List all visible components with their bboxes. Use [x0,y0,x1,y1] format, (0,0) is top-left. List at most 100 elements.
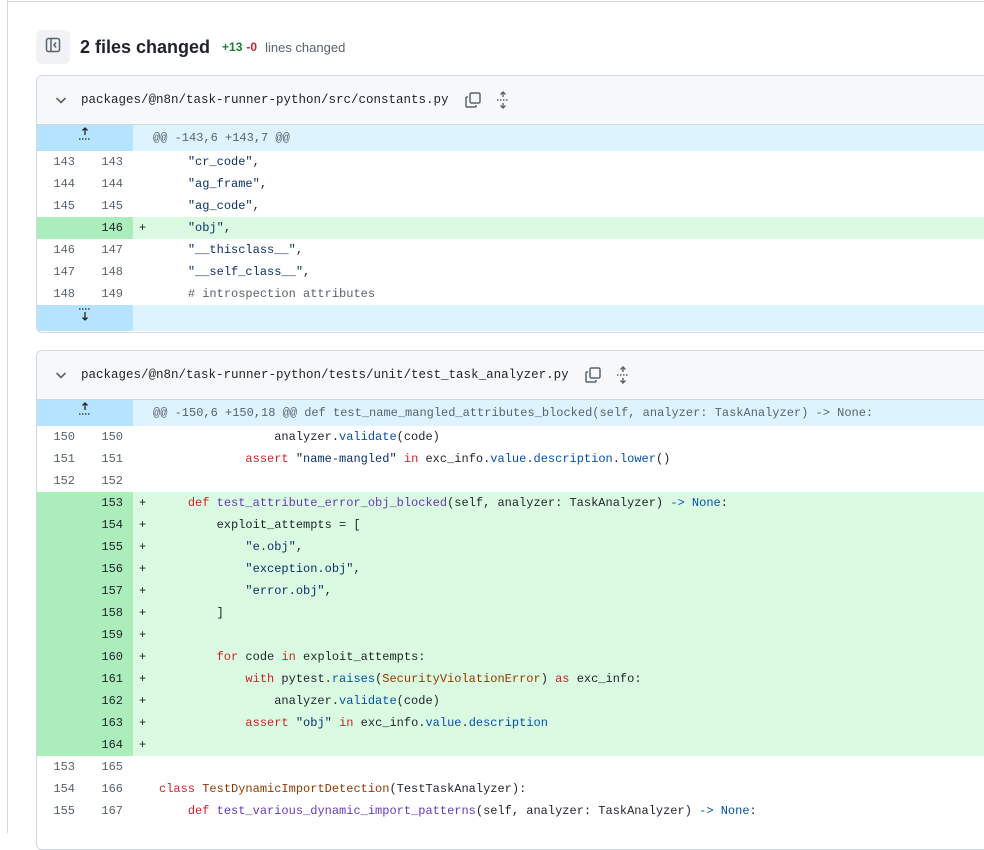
diff-sign [133,151,151,173]
code-line: "e.obj", [245,540,304,554]
old-line-number[interactable]: 152 [37,470,85,492]
copy-icon[interactable] [463,90,483,110]
new-line-number[interactable]: 163 [85,712,133,734]
old-line-number[interactable] [37,646,85,668]
new-line-number[interactable]: 143 [85,151,133,173]
deletions-count: -0 [246,40,258,54]
new-line-number[interactable]: 151 [85,448,133,470]
old-line-number[interactable] [37,712,85,734]
new-line-number[interactable]: 146 [85,217,133,239]
diff-file-test-task-analyzer: packages/@n8n/task-runner-python/tests/u… [36,350,984,850]
code-line: "obj", [187,221,232,235]
hunk-text: @@ -143,6 +143,7 @@ [153,131,290,145]
diff-line-added: 156 + "exception.obj", [37,558,984,580]
code-line: "__self_class__", [187,265,311,279]
diff-line-context: 155 167 def test_various_dynamic_import_p… [37,800,984,822]
diff-line-context: 151 151 assert "name-mangled" in exc_info… [37,448,984,470]
new-line-number[interactable]: 157 [85,580,133,602]
new-line-number[interactable]: 166 [85,778,133,800]
diff-sign: + [139,540,147,554]
old-line-number[interactable] [37,690,85,712]
expand-up-button[interactable] [37,125,133,151]
new-line-number[interactable]: 150 [85,426,133,448]
copy-icon[interactable] [583,365,603,385]
new-line-number[interactable]: 158 [85,602,133,624]
old-line-number[interactable]: 147 [37,261,85,283]
old-line-number[interactable] [37,624,85,646]
old-line-number[interactable]: 153 [37,756,85,778]
new-line-number[interactable]: 147 [85,239,133,261]
diff-sign: + [139,672,147,686]
old-line-number[interactable] [37,536,85,558]
hunk-text: @@ -150,6 +150,18 @@ def test_name_mangl… [153,406,874,420]
code-line: "error.obj", [245,584,332,598]
new-line-number[interactable]: 145 [85,195,133,217]
diff-line-context: 154 166 class TestDynamicImportDetection(T… [37,778,984,800]
unfold-icon[interactable] [493,90,513,110]
file-header: packages/@n8n/task-runner-python/tests/u… [37,351,984,400]
file-path[interactable]: packages/@n8n/task-runner-python/src/con… [81,93,449,107]
old-line-number[interactable] [37,668,85,690]
old-line-number[interactable] [37,580,85,602]
old-line-number[interactable]: 150 [37,426,85,448]
new-line-number[interactable]: 154 [85,514,133,536]
diff-sign [133,283,151,305]
new-line-number[interactable]: 149 [85,283,133,305]
old-line-number[interactable]: 154 [37,778,85,800]
code-line: ] [159,606,224,620]
old-line-number[interactable]: 146 [37,239,85,261]
files-changed-count: 2 files changed [80,36,211,57]
new-line-number[interactable]: 167 [85,800,133,822]
new-line-number[interactable]: 161 [85,668,133,690]
new-line-number[interactable]: 155 [85,536,133,558]
old-line-number[interactable] [37,492,85,514]
file-header: packages/@n8n/task-runner-python/src/con… [37,76,984,125]
code-line: "exception.obj", [245,562,361,576]
diff-line-context: 144 144 "ag_frame", [37,173,984,195]
new-line-number[interactable]: 153 [85,492,133,514]
new-line-number[interactable]: 156 [85,558,133,580]
diff-sign: + [139,221,147,235]
old-line-number[interactable]: 151 [37,448,85,470]
code-line: "cr_code", [187,155,260,169]
old-line-number[interactable] [37,734,85,756]
diff-summary: 2 files changed +13 -0 lines changed [36,29,345,65]
old-line-number[interactable] [37,558,85,580]
expand-down-button[interactable] [37,305,133,331]
unfold-icon[interactable] [613,365,633,385]
chevron-down-icon[interactable] [53,92,69,108]
expand-up-button[interactable] [37,400,133,426]
diff-lines: 143 143 "cr_code", 144 144 "ag_frame", 145 14… [37,151,984,305]
hunk-footer [37,305,984,331]
new-line-number[interactable]: 144 [85,173,133,195]
new-line-number[interactable]: 164 [85,734,133,756]
diff-sign: + [139,738,147,752]
file-path[interactable]: packages/@n8n/task-runner-python/tests/u… [81,368,569,382]
new-line-number[interactable]: 148 [85,261,133,283]
sidebar-toggle-icon [45,37,61,58]
new-line-number[interactable]: 159 [85,624,133,646]
code-line: exploit_attempts = [ [159,518,361,532]
old-line-number[interactable]: 155 [37,800,85,822]
diff-line-added: 159 + [37,624,984,646]
new-line-number[interactable]: 165 [85,756,133,778]
new-line-number[interactable]: 160 [85,646,133,668]
code-line: assert "name-mangled" in exc_info.value.… [245,452,671,466]
diff-line-added: 163 + assert "obj" in exc_info.value.desc… [37,712,984,734]
chevron-down-icon[interactable] [53,367,69,383]
old-line-number[interactable] [37,217,85,239]
old-line-number[interactable]: 145 [37,195,85,217]
code-line: analyzer.validate(code) [159,430,440,444]
new-line-number[interactable]: 162 [85,690,133,712]
old-line-number[interactable]: 148 [37,283,85,305]
old-line-number[interactable]: 143 [37,151,85,173]
diff-line-context: 145 145 "ag_code", [37,195,984,217]
new-line-number[interactable]: 152 [85,470,133,492]
old-line-number[interactable]: 144 [37,173,85,195]
old-line-number[interactable] [37,514,85,536]
code-line: def test_attribute_error_obj_blocked(sel… [187,496,728,510]
diff-sign: + [139,584,147,598]
sidebar-toggle-button[interactable] [36,30,70,64]
old-line-number[interactable] [37,602,85,624]
